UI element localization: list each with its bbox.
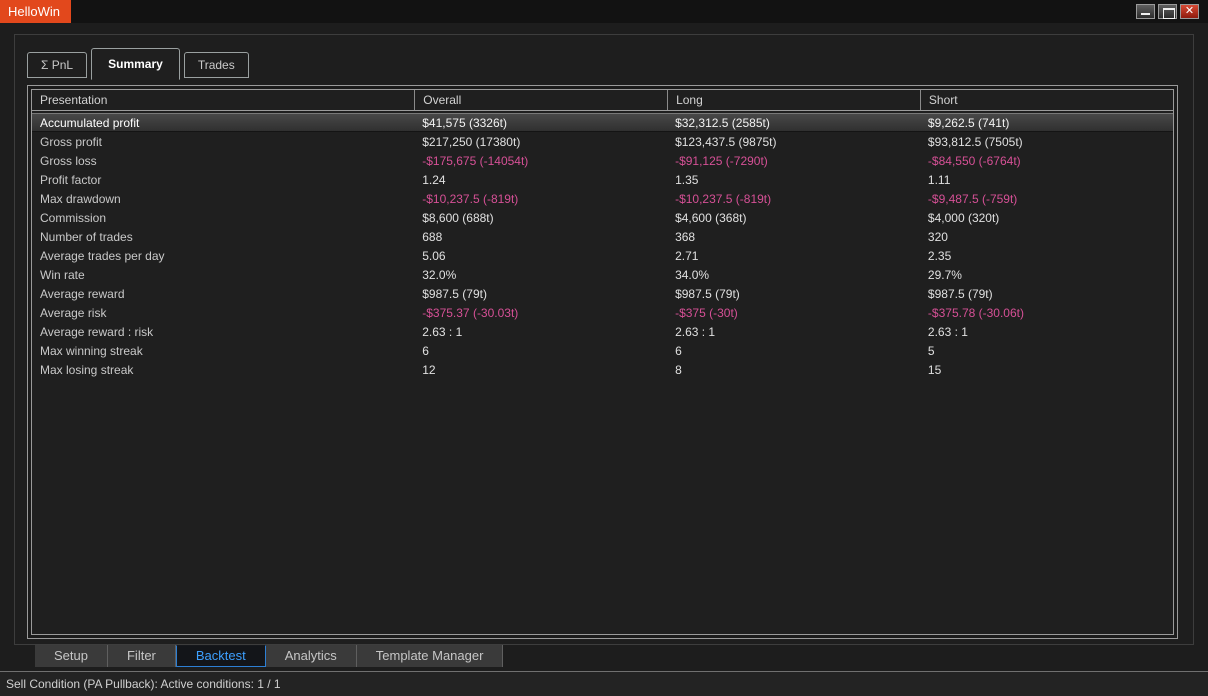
minimize-button[interactable] (1136, 4, 1155, 19)
column-header-long: Long (667, 90, 920, 110)
row-label: Average reward : risk (32, 325, 414, 339)
cell-long: $32,312.5 (2585t) (667, 116, 920, 130)
row-label: Gross loss (32, 154, 414, 168)
cell-long: $4,600 (368t) (667, 211, 920, 225)
cell-short: -$9,487.5 (-759t) (920, 192, 1173, 206)
cell-overall: 1.24 (414, 173, 667, 187)
cell-short: 2.35 (920, 249, 1173, 263)
table-row[interactable]: Max drawdown-$10,237.5 (-819t)-$10,237.5… (32, 189, 1173, 208)
row-label: Gross profit (32, 135, 414, 149)
cell-overall: -$175,675 (-14054t) (414, 154, 667, 168)
report-tab-strip: Σ PnLSummaryTrades (27, 48, 253, 78)
row-label: Average reward (32, 287, 414, 301)
cell-short: 29.7% (920, 268, 1173, 282)
summary-table: PresentationOverallLongShort Accumulated… (31, 89, 1174, 635)
row-label: Profit factor (32, 173, 414, 187)
cell-short: $4,000 (320t) (920, 211, 1173, 225)
module-tab-strip: SetupFilterBacktestAnalyticsTemplate Man… (35, 645, 503, 667)
table-row[interactable]: Number of trades688368320 (32, 227, 1173, 246)
cell-short: 1.11 (920, 173, 1173, 187)
table-row[interactable]: Max losing streak12815 (32, 360, 1173, 379)
table-row[interactable]: Commission$8,600 (688t)$4,600 (368t)$4,0… (32, 208, 1173, 227)
table-row[interactable]: Profit factor1.241.351.11 (32, 170, 1173, 189)
module-tab-analytics[interactable]: Analytics (266, 645, 357, 667)
row-label: Number of trades (32, 230, 414, 244)
cell-long: 2.63 : 1 (667, 325, 920, 339)
row-label: Accumulated profit (32, 116, 414, 130)
row-label: Max losing streak (32, 363, 414, 377)
cell-overall: 32.0% (414, 268, 667, 282)
column-header-short: Short (920, 90, 1173, 110)
cell-overall: -$10,237.5 (-819t) (414, 192, 667, 206)
cell-short: 15 (920, 363, 1173, 377)
module-tab-filter[interactable]: Filter (108, 645, 176, 667)
cell-long: 1.35 (667, 173, 920, 187)
table-row[interactable]: Average reward$987.5 (79t)$987.5 (79t)$9… (32, 284, 1173, 303)
table-row[interactable]: Gross loss-$175,675 (-14054t)-$91,125 (-… (32, 151, 1173, 170)
cell-long: -$375 (-30t) (667, 306, 920, 320)
app-title-tab[interactable]: HelloWin (0, 0, 71, 23)
app-title: HelloWin (8, 4, 60, 19)
cell-long: 2.71 (667, 249, 920, 263)
close-button[interactable] (1180, 4, 1199, 19)
cell-overall: $987.5 (79t) (414, 287, 667, 301)
summary-table-header: PresentationOverallLongShort (32, 90, 1173, 111)
column-header-presentation: Presentation (32, 90, 414, 110)
cell-short: 5 (920, 344, 1173, 358)
table-row[interactable]: Average trades per day5.062.712.35 (32, 246, 1173, 265)
row-label: Commission (32, 211, 414, 225)
cell-overall: $41,575 (3326t) (414, 116, 667, 130)
row-label: Average risk (32, 306, 414, 320)
table-row[interactable]: Max winning streak665 (32, 341, 1173, 360)
maximize-button[interactable] (1158, 4, 1177, 19)
cell-overall: 6 (414, 344, 667, 358)
cell-long: 34.0% (667, 268, 920, 282)
cell-long: $987.5 (79t) (667, 287, 920, 301)
cell-short: -$375.78 (-30.06t) (920, 306, 1173, 320)
cell-overall: 5.06 (414, 249, 667, 263)
cell-short: $93,812.5 (7505t) (920, 135, 1173, 149)
report-tab-trades[interactable]: Trades (184, 52, 249, 78)
module-tab-template-manager[interactable]: Template Manager (357, 645, 504, 667)
cell-long: 6 (667, 344, 920, 358)
cell-overall: -$375.37 (-30.03t) (414, 306, 667, 320)
cell-overall: $217,250 (17380t) (414, 135, 667, 149)
title-bar: HelloWin (0, 0, 1208, 23)
table-row[interactable]: Win rate32.0%34.0%29.7% (32, 265, 1173, 284)
report-tab-summary[interactable]: Summary (91, 48, 180, 80)
column-header-overall: Overall (414, 90, 667, 110)
summary-table-frame: PresentationOverallLongShort Accumulated… (27, 85, 1178, 639)
cell-short: $987.5 (79t) (920, 287, 1173, 301)
row-label: Win rate (32, 268, 414, 282)
cell-short: -$84,550 (-6764t) (920, 154, 1173, 168)
table-row[interactable]: Average reward : risk2.63 : 12.63 : 12.6… (32, 322, 1173, 341)
cell-overall: 2.63 : 1 (414, 325, 667, 339)
cell-short: 2.63 : 1 (920, 325, 1173, 339)
module-tab-setup[interactable]: Setup (35, 645, 108, 667)
table-row[interactable]: Accumulated profit$41,575 (3326t)$32,312… (32, 113, 1173, 132)
cell-overall: 12 (414, 363, 667, 377)
cell-long: $123,437.5 (9875t) (667, 135, 920, 149)
cell-long: 368 (667, 230, 920, 244)
row-label: Max winning streak (32, 344, 414, 358)
cell-short: $9,262.5 (741t) (920, 116, 1173, 130)
summary-table-body: Accumulated profit$41,575 (3326t)$32,312… (32, 111, 1173, 379)
table-row[interactable]: Average risk-$375.37 (-30.03t)-$375 (-30… (32, 303, 1173, 322)
report-tab--pnl[interactable]: Σ PnL (27, 52, 87, 78)
row-label: Max drawdown (32, 192, 414, 206)
cell-short: 320 (920, 230, 1173, 244)
cell-overall: $8,600 (688t) (414, 211, 667, 225)
cell-long: -$10,237.5 (-819t) (667, 192, 920, 206)
status-text: Sell Condition (PA Pullback): Active con… (6, 677, 281, 691)
cell-overall: 688 (414, 230, 667, 244)
status-bar: Sell Condition (PA Pullback): Active con… (0, 671, 1208, 696)
cell-long: 8 (667, 363, 920, 377)
row-label: Average trades per day (32, 249, 414, 263)
cell-long: -$91,125 (-7290t) (667, 154, 920, 168)
module-tab-backtest[interactable]: Backtest (176, 645, 266, 667)
window-controls (1136, 0, 1208, 23)
table-row[interactable]: Gross profit$217,250 (17380t)$123,437.5 … (32, 132, 1173, 151)
